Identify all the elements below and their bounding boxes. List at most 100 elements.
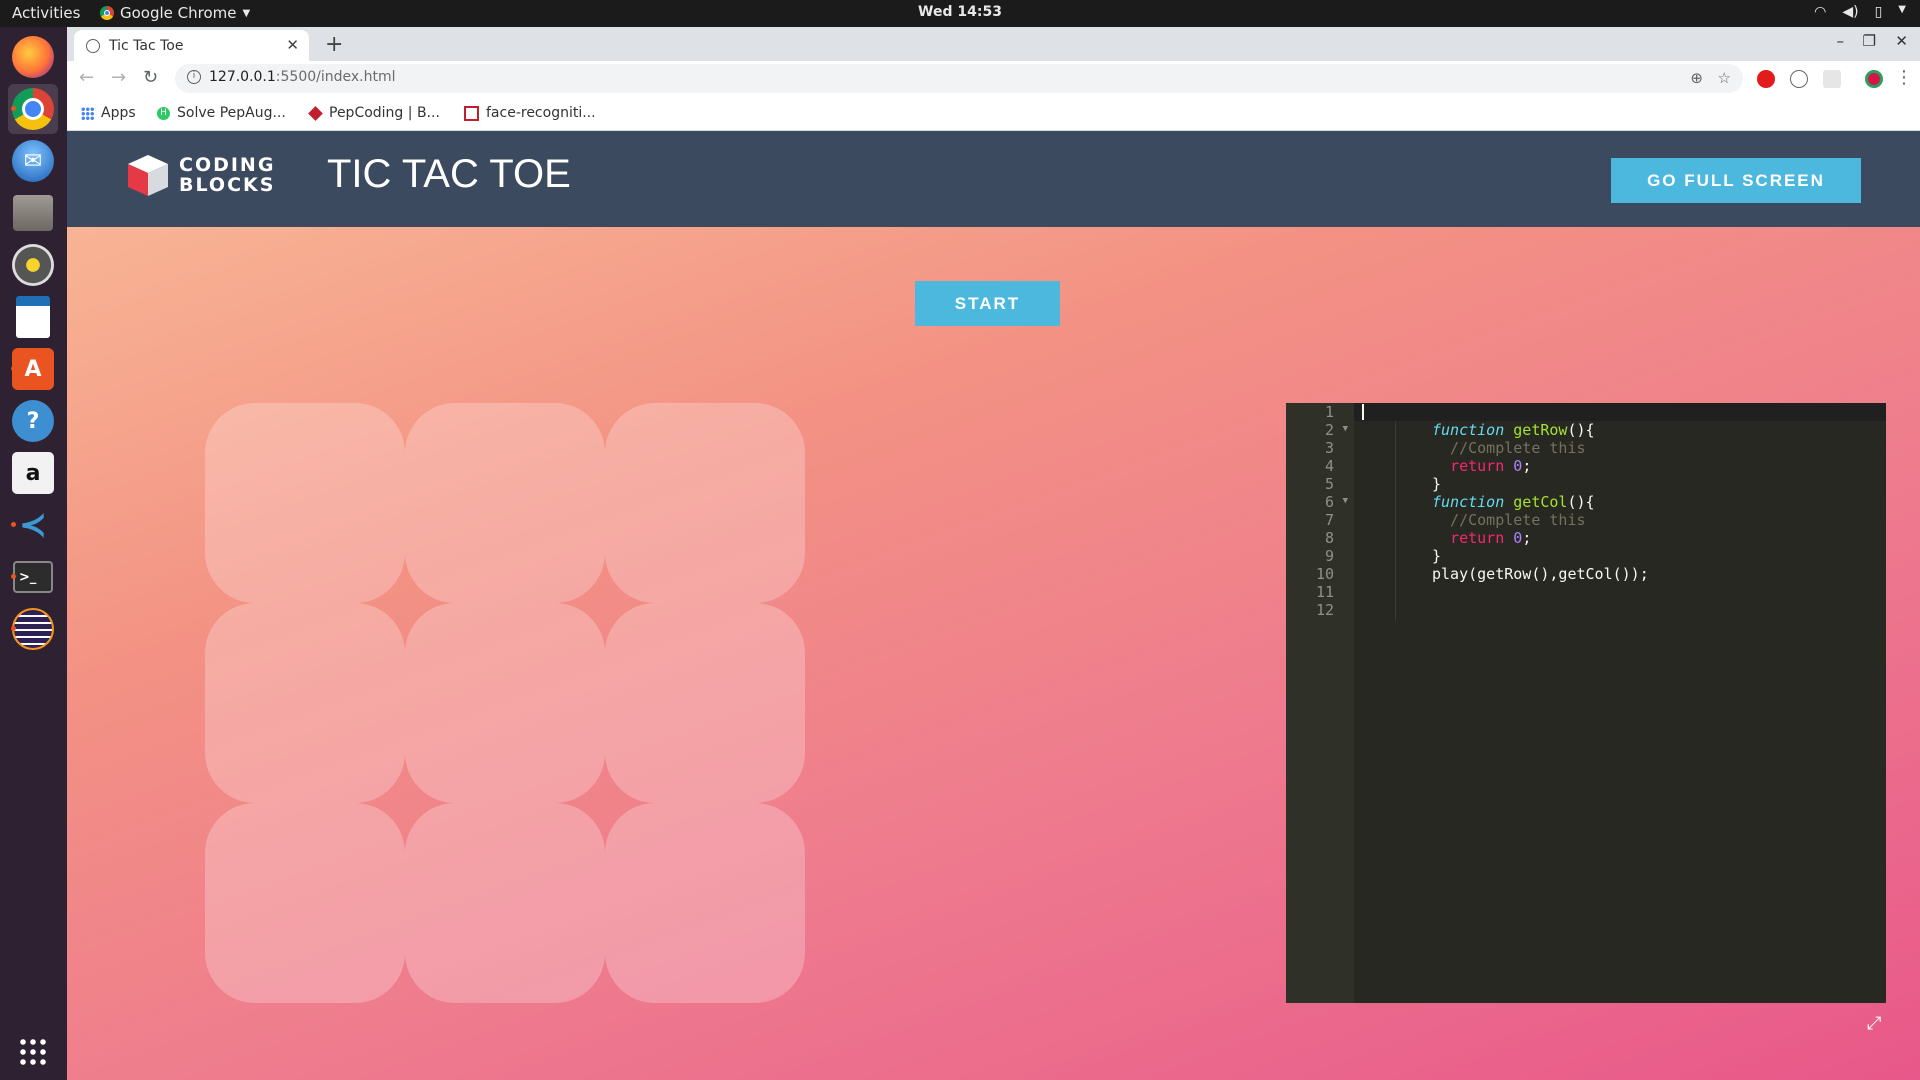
dock-vscode[interactable]: ≺	[8, 500, 58, 550]
extension-icon[interactable]	[1790, 70, 1808, 88]
bookmark-label: Apps	[101, 105, 136, 121]
bookmark-pepcoding[interactable]: PepCoding | B...	[308, 105, 440, 121]
bookmark-solve-pepaug[interactable]: H Solve PepAug...	[157, 105, 286, 121]
new-tab-button[interactable]: +	[325, 32, 343, 57]
code-line[interactable]: function getCol(){	[1432, 493, 1595, 511]
text-cursor	[1362, 404, 1364, 420]
code-line[interactable]: }	[1432, 475, 1441, 493]
fold-arrow-icon[interactable]: ▼	[1343, 496, 1348, 506]
close-window-icon[interactable]: ✕	[1895, 32, 1908, 50]
dock-help[interactable]: ?	[8, 396, 58, 446]
dock-software[interactable]: A	[8, 344, 58, 394]
code-editor[interactable]: 1 2 ▼ 3 4 5 6 ▼ 7 8 9 10 11 12 function …	[1286, 403, 1886, 1003]
fold-arrow-icon[interactable]: ▼	[1343, 424, 1348, 434]
dock-firefox[interactable]	[8, 32, 58, 82]
bookmark-star-icon[interactable]: ☆	[1718, 69, 1731, 87]
clock[interactable]: Wed 14:53	[0, 4, 1920, 20]
code-line[interactable]: return 0;	[1432, 529, 1531, 547]
restore-icon[interactable]: ❐	[1863, 32, 1876, 50]
forward-arrow-icon[interactable]: →	[111, 67, 126, 88]
running-indicator	[11, 574, 16, 579]
profile-avatar[interactable]	[1865, 70, 1883, 88]
board-cell[interactable]	[405, 403, 605, 603]
line-number: 9	[1324, 547, 1334, 565]
reload-icon[interactable]: ↻	[143, 67, 158, 88]
board-cell[interactable]	[205, 603, 405, 803]
code-line[interactable]: function getRow(){	[1432, 421, 1595, 439]
web-page: CODING BLOCKS TIC TAC TOE GO FULL SCREEN…	[67, 131, 1920, 1080]
minimize-icon[interactable]: –	[1837, 32, 1845, 50]
coding-blocks-logo[interactable]: CODING BLOCKS	[125, 152, 275, 198]
running-indicator	[11, 626, 16, 631]
eclipse-icon	[12, 608, 54, 650]
line-number: 12	[1315, 601, 1334, 619]
bookmarks-bar: Apps H Solve PepAug... PepCoding | B... …	[67, 97, 1920, 131]
start-button[interactable]: START	[915, 281, 1060, 326]
running-indicator	[11, 106, 16, 111]
board-cell[interactable]	[205, 403, 405, 603]
chrome-icon	[12, 88, 54, 130]
line-number: 8	[1324, 529, 1334, 547]
board-cell[interactable]	[605, 403, 805, 603]
dock-rhythmbox[interactable]	[8, 240, 58, 290]
pepcoding-icon	[308, 105, 323, 121]
close-tab-icon[interactable]: ✕	[286, 36, 299, 54]
volume-icon: ◀)	[1842, 4, 1859, 20]
wifi-icon: ◠	[1814, 4, 1827, 20]
line-number: 6	[1324, 493, 1334, 511]
cube-logo-icon	[128, 155, 168, 196]
hackerrank-icon: H	[157, 106, 170, 120]
dock-writer[interactable]	[8, 292, 58, 342]
code-line[interactable]: play(getRow(),getCol());	[1432, 565, 1649, 583]
code-line[interactable]: }	[1432, 547, 1441, 565]
dock-chrome[interactable]	[8, 84, 58, 134]
help-icon: ?	[12, 400, 54, 442]
globe-icon	[86, 38, 100, 53]
code-line[interactable]: //Complete this	[1432, 511, 1585, 529]
browser-window: Tic Tac Toe ✕ + – ❐ ✕ ← → ↻ i 127.0.0.1:…	[67, 27, 1920, 1080]
system-tray[interactable]: ◠ ◀) ▯ ▼	[1814, 4, 1906, 20]
line-number: 5	[1324, 475, 1334, 493]
tab-tic-tac-toe[interactable]: Tic Tac Toe ✕	[74, 30, 309, 61]
bookmark-face-recognition[interactable]: face-recogniti...	[464, 105, 596, 121]
board-cell[interactable]	[605, 803, 805, 1003]
opera-vpn-extension-icon[interactable]	[1757, 70, 1775, 88]
indent-guide	[1395, 421, 1396, 621]
info-icon[interactable]: i	[187, 70, 201, 84]
software-center-icon: A	[12, 348, 54, 390]
show-applications-button[interactable]	[8, 1027, 58, 1077]
code-line[interactable]: //Complete this	[1432, 439, 1585, 457]
dock-terminal[interactable]: >_	[8, 552, 58, 602]
go-full-screen-button[interactable]: GO FULL SCREEN	[1611, 158, 1861, 203]
board-cell[interactable]	[405, 803, 605, 1003]
board-cell[interactable]	[205, 803, 405, 1003]
bookmark-apps[interactable]: Apps	[81, 105, 136, 121]
zoom-icon[interactable]: ⊕	[1690, 69, 1703, 87]
board-cell[interactable]	[605, 603, 805, 803]
caret-down-icon: ▼	[1898, 4, 1906, 15]
dock-amazon[interactable]: a	[8, 448, 58, 498]
line-number: 3	[1324, 439, 1334, 457]
expand-editor-icon[interactable]: ⤢	[1867, 1013, 1881, 1034]
logo-line-2: BLOCKS	[179, 174, 276, 196]
code-line[interactable]: return 0;	[1432, 457, 1531, 475]
board-cell[interactable]	[405, 603, 605, 803]
line-number: 7	[1324, 511, 1334, 529]
address-bar[interactable]: i 127.0.0.1:5500/index.html ⊕ ☆	[175, 64, 1743, 93]
extension-icon[interactable]	[1823, 70, 1841, 88]
files-icon	[13, 195, 53, 231]
tab-strip: Tic Tac Toe ✕ + – ❐ ✕	[67, 27, 1920, 61]
chrome-menu-icon[interactable]: ⋮	[1895, 67, 1913, 88]
bookmark-label: PepCoding | B...	[329, 105, 440, 121]
dock-eclipse[interactable]	[8, 604, 58, 654]
active-line-highlight	[1354, 403, 1886, 421]
line-number: 1	[1324, 403, 1334, 421]
dock-files[interactable]	[8, 188, 58, 238]
game-area: START 1 2 ▼ 3 4 5 6 ▼ 7 8 9 10 11 12 fun…	[67, 227, 1920, 1080]
dock-thunderbird[interactable]: ✉	[8, 136, 58, 186]
back-arrow-icon[interactable]: ←	[79, 67, 94, 88]
running-indicator	[11, 366, 16, 371]
bookmark-label: face-recogniti...	[486, 105, 596, 121]
dock: ✉ A ? a ≺ >_	[0, 27, 67, 1080]
amazon-icon: a	[12, 452, 54, 494]
